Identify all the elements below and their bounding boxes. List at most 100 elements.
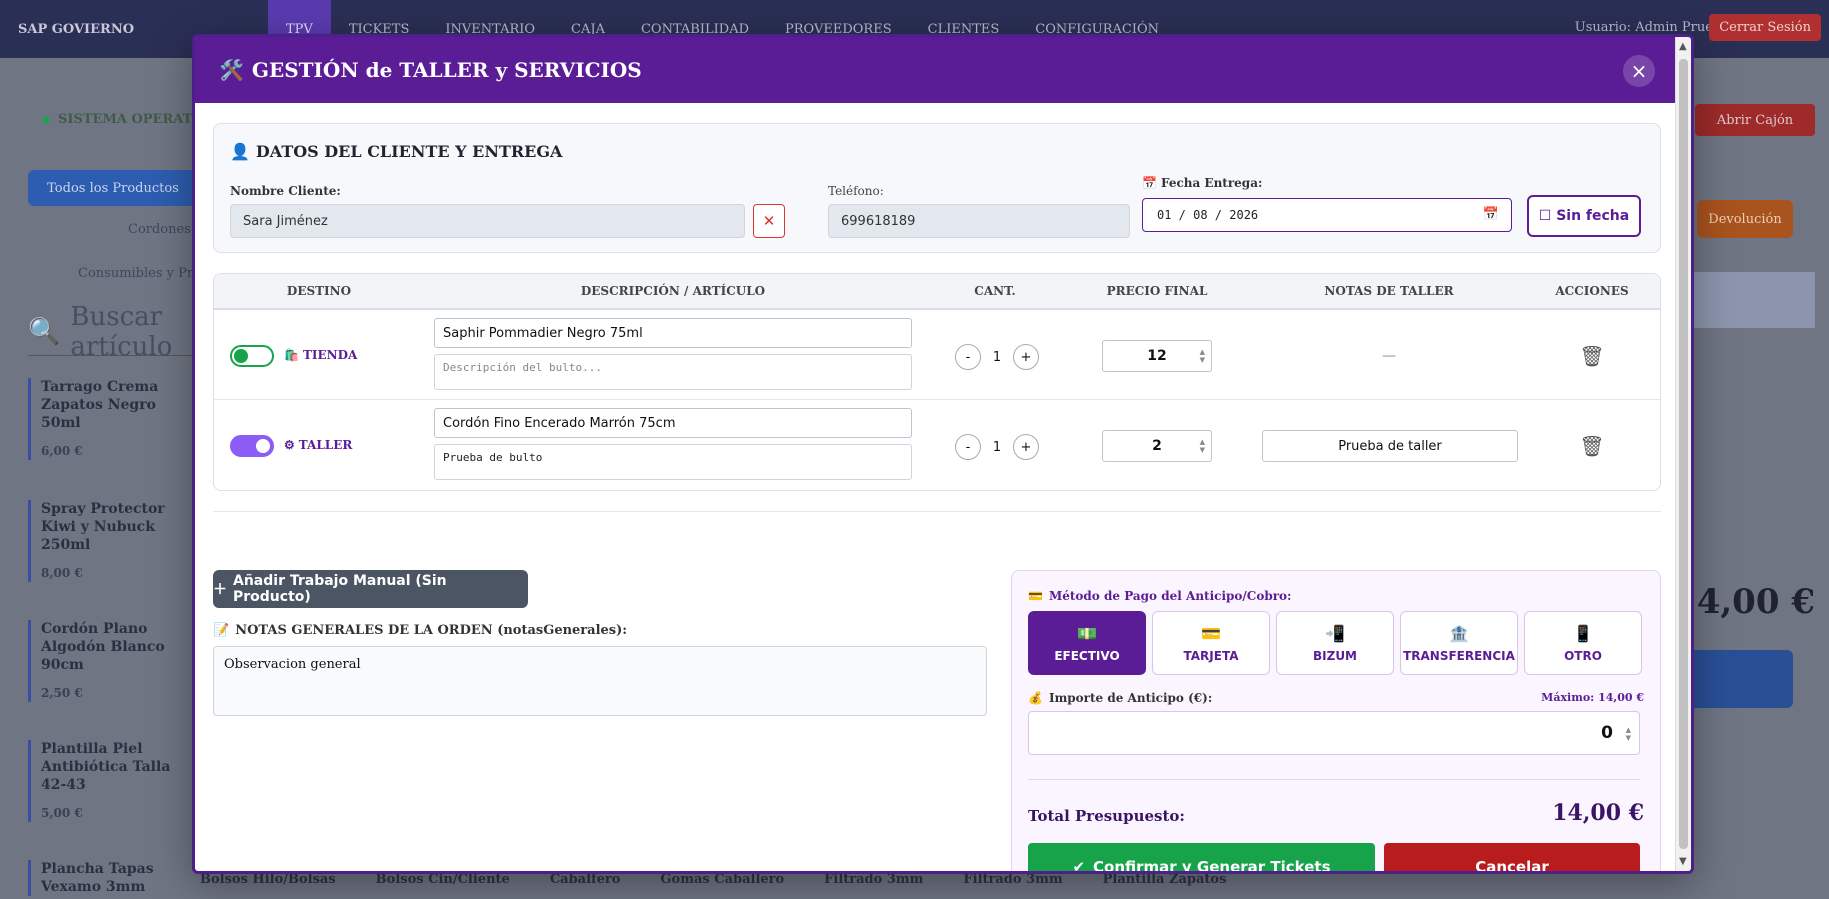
- delivery-date-label-text: Fecha Entrega:: [1160, 176, 1263, 190]
- product-name: Plancha Tapas Vexamo 3mm: [41, 861, 154, 895]
- spinner-icon[interactable]: ▲ ▼: [1200, 438, 1205, 454]
- shopping-bag-icon: 🛍️: [284, 348, 299, 362]
- spinner-icon[interactable]: ▲ ▼: [1200, 348, 1205, 364]
- calendar-icon: 📅: [1142, 176, 1157, 190]
- header-cantidad: CANT.: [974, 284, 1016, 298]
- toggle-knob: [256, 439, 270, 453]
- money-bag-icon: 💰: [1028, 691, 1043, 705]
- filter-cordones[interactable]: Cordones: [128, 222, 191, 237]
- payment-methods: 💵 EFECTIVO 💳 TARJETA 📲 BIZUM 🏦 TRANSFERE…: [1028, 611, 1642, 675]
- credit-card-icon: 💳: [1201, 623, 1221, 643]
- total-budget-value: 14,00 €: [1552, 800, 1644, 826]
- search-placeholder: Buscar artículo: [70, 301, 173, 362]
- payment-method-label: OTRO: [1564, 648, 1602, 663]
- product-price: 5,00 €: [41, 806, 83, 820]
- bottom-item[interactable]: Plantilla Zapatos: [1103, 872, 1227, 887]
- logout-button[interactable]: Cerrar Sesión: [1709, 14, 1821, 41]
- table-row: 🛍️ TIENDA Saphir Pommadier Negro 75ml De…: [214, 310, 1660, 400]
- bottom-item[interactable]: Bolsos Cin/Cliente: [376, 872, 510, 887]
- calendar-picker-icon[interactable]: 📅: [1483, 207, 1499, 222]
- product-card[interactable]: Tarrago Crema Zapatos Negro 50ml 6,00 €: [28, 378, 198, 460]
- trash-icon[interactable]: 🗑: [1579, 434, 1604, 458]
- deposit-amount-input[interactable]: 0 ▲ ▼: [1028, 711, 1640, 755]
- header-precio: PRECIO FINAL: [1106, 284, 1208, 298]
- client-section: 👤 DATOS DEL CLIENTE Y ENTREGA Nombre Cli…: [213, 123, 1661, 253]
- table-row: ⚙ TALLER Cordón Fino Encerado Marrón 75c…: [214, 400, 1660, 490]
- open-drawer-button[interactable]: Abrir Cajón: [1695, 104, 1815, 136]
- quantity-stepper: - 1 +: [955, 434, 1039, 460]
- memo-icon: 📝: [213, 623, 230, 638]
- check-icon: ✔: [1072, 858, 1086, 874]
- deposit-amount-label-text: Importe de Anticipo (€):: [1048, 691, 1213, 705]
- product-card[interactable]: Plantilla Piel Antibiótica Talla 42-43 5,…: [28, 740, 198, 822]
- final-price-input[interactable]: 2 ▲ ▼: [1102, 430, 1212, 462]
- delivery-date-input[interactable]: 01 / 08 / 2026 📅: [1142, 198, 1512, 232]
- item-name-input[interactable]: Cordón Fino Encerado Marrón 75cm: [434, 408, 912, 438]
- destination-toggle[interactable]: [230, 435, 274, 457]
- increase-qty-button[interactable]: +: [1013, 344, 1039, 370]
- decrease-qty-button[interactable]: -: [955, 344, 981, 370]
- plus-icon: ＋: [213, 582, 227, 598]
- total-budget-label: Total Presupuesto:: [1028, 807, 1185, 825]
- product-price: 8,00 €: [41, 566, 83, 580]
- bottom-item[interactable]: Filtrado 3mm: [824, 872, 923, 887]
- bottom-item[interactable]: Bolsos Hilo/Bolsas: [200, 872, 336, 887]
- header-acciones: ACCIONES: [1555, 284, 1629, 298]
- spinner-icon[interactable]: ▲ ▼: [1626, 726, 1631, 742]
- bottom-product-strip: Bolsos Hilo/Bolsas Bolsos Cin/Cliente Ca…: [200, 872, 1226, 887]
- clear-client-button[interactable]: ✕: [753, 204, 785, 238]
- client-name-field[interactable]: Sara Jiménez: [230, 204, 745, 238]
- bottom-item[interactable]: Gomas Caballero: [660, 872, 784, 887]
- general-notes-textarea[interactable]: Observacion general: [213, 646, 987, 716]
- search-icon: 🔍: [28, 316, 61, 347]
- payment-method-tarjeta[interactable]: 💳 TARJETA: [1152, 611, 1270, 675]
- add-manual-job-button[interactable]: ＋ Añadir Trabajo Manual (Sin Producto): [213, 570, 528, 608]
- card-icon: 💳: [1028, 589, 1043, 603]
- scroll-down-icon[interactable]: ▼: [1679, 856, 1687, 867]
- scroll-up-icon[interactable]: ▲: [1679, 41, 1687, 52]
- payment-method-otro[interactable]: 📱 OTRO: [1524, 611, 1642, 675]
- payment-divider: [1028, 779, 1640, 780]
- bulto-description-input[interactable]: Prueba de bulto: [434, 444, 912, 480]
- final-price-input[interactable]: 12 ▲ ▼: [1102, 340, 1212, 372]
- add-manual-job-label: Añadir Trabajo Manual (Sin Producto): [233, 573, 447, 605]
- product-search[interactable]: 🔍 Buscar artículo: [28, 302, 198, 362]
- toggle-knob: [234, 349, 248, 363]
- workshop-notes-empty: —: [1382, 348, 1396, 364]
- deposit-max-label: Máximo: 14,00 €: [1541, 691, 1644, 704]
- payment-method-efectivo[interactable]: 💵 EFECTIVO: [1028, 611, 1146, 675]
- confirm-button[interactable]: ✔ Confirmar y Generar Tickets: [1028, 843, 1375, 874]
- no-date-button[interactable]: ☐ Sin fecha: [1527, 195, 1641, 237]
- scroll-thumb[interactable]: [1679, 59, 1688, 849]
- workshop-notes-input[interactable]: Prueba de taller: [1262, 430, 1518, 462]
- modal-header: 🛠️ GESTIÓN de TALLER y SERVICIOS ×: [195, 37, 1691, 103]
- bottom-item[interactable]: Cabalfero: [550, 872, 621, 887]
- user-icon: 👤: [230, 142, 250, 161]
- all-products-button[interactable]: Todos los Productos: [28, 170, 198, 206]
- payment-method-transferencia[interactable]: 🏦 TRANSFERENCIA: [1400, 611, 1518, 675]
- return-button[interactable]: Devolución: [1697, 200, 1793, 238]
- destination-text: TALLER: [298, 438, 353, 452]
- increase-qty-button[interactable]: +: [1013, 434, 1039, 460]
- close-icon[interactable]: ×: [1623, 55, 1655, 87]
- destination-toggle[interactable]: [230, 345, 274, 367]
- workshop-modal: 🛠️ GESTIÓN de TALLER y SERVICIOS × ▲ ▼ 👤…: [192, 34, 1694, 874]
- bottom-item[interactable]: Filtrado 3mm: [963, 872, 1062, 887]
- trash-icon[interactable]: 🗑: [1579, 344, 1604, 368]
- cancel-button[interactable]: Cancelar: [1384, 843, 1640, 871]
- payment-method-bizum[interactable]: 📲 BIZUM: [1276, 611, 1394, 675]
- filter-consumibles[interactable]: Consumibles y Pr: [78, 266, 193, 281]
- phone-label: Teléfono:: [828, 184, 884, 198]
- product-card[interactable]: Cordón Plano Algodón Blanco 90cm 2,50 €: [28, 620, 198, 702]
- modal-scrollbar[interactable]: ▲ ▼: [1675, 37, 1691, 871]
- decrease-qty-button[interactable]: -: [955, 434, 981, 460]
- bulto-description-input[interactable]: Descripción del bulto...: [434, 354, 912, 390]
- product-name: Spray Protector Kiwi y Nubuck 250ml: [41, 501, 165, 553]
- delivery-date-label: 📅 Fecha Entrega:: [1142, 176, 1262, 190]
- deposit-amount-value: 0: [1601, 723, 1613, 743]
- product-card[interactable]: Spray Protector Kiwi y Nubuck 250ml 8,00 …: [28, 500, 198, 582]
- item-name-input[interactable]: Saphir Pommadier Negro 75ml: [434, 318, 912, 348]
- product-card[interactable]: Plancha Tapas Vexamo 3mm: [28, 860, 198, 896]
- product-price: 6,00 €: [41, 444, 83, 458]
- phone-field[interactable]: 699618189: [828, 204, 1130, 238]
